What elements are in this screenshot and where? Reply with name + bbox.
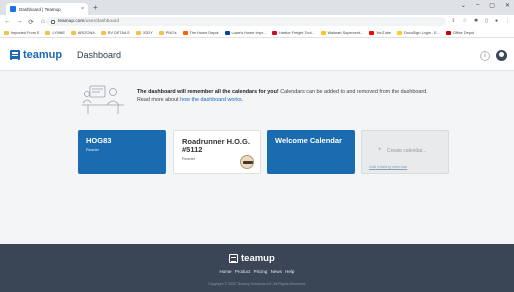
copyright: Copyright © 2022 Teamup Solutions AG. Al…	[208, 282, 306, 286]
footer-link-news[interactable]: News	[271, 269, 282, 274]
calendar-card-roadrunner[interactable]: Roadrunner H.O.G. #5112 Reader	[173, 130, 261, 174]
notice-line2-suffix: .	[241, 97, 244, 103]
folder-icon	[135, 30, 141, 35]
lock-icon[interactable]	[51, 19, 55, 24]
window-controls: ⌄ – ▢ ✕	[461, 2, 510, 9]
lowes-icon	[224, 30, 230, 35]
docusign-icon	[397, 30, 403, 35]
close-window-button[interactable]: ✕	[505, 2, 510, 9]
url-path: /user/dashboard	[84, 19, 120, 24]
address-bar[interactable]: teamup.com/user/dashboard	[46, 17, 446, 26]
footer-logo[interactable]: teamup	[229, 253, 275, 264]
account-avatar-icon[interactable]	[496, 50, 507, 61]
bookmark-item[interactable]: Harbor Freight Tool...	[272, 30, 315, 35]
calendar-role: Reader	[182, 156, 196, 161]
folder-icon	[4, 30, 9, 35]
reload-icon[interactable]: ⟳	[28, 18, 34, 26]
bookmark-item[interactable]: Imported From E	[4, 30, 39, 35]
info-icon[interactable]: i	[480, 51, 490, 61]
menu-icon[interactable]: ⋮	[505, 18, 510, 24]
tab-search-icon[interactable]: ⌄	[461, 2, 466, 9]
tab-title: Dashboard | Teamup	[19, 6, 61, 12]
bookmark-item[interactable]: Walmart Supercent...	[320, 30, 363, 35]
maximize-button[interactable]: ▢	[489, 2, 495, 9]
bookmark-item[interactable]: DocuSign Login - E...	[397, 30, 440, 35]
roadrunner-badge-icon	[240, 155, 254, 169]
browser-tab[interactable]: Dashboard | Teamup ×	[6, 3, 88, 15]
dashboard-illustration-icon	[82, 85, 124, 114]
dashboard-notice: The dashboard will remember all the cale…	[137, 88, 457, 104]
url-text: teamup.com/user/dashboard	[58, 19, 119, 24]
bookmark-item[interactable]: JODY	[135, 30, 153, 35]
bookmark-item[interactable]: ARIZONA	[70, 30, 95, 35]
bookmark-item[interactable]: PNG's	[158, 30, 177, 35]
back-icon[interactable]: ←	[4, 18, 11, 25]
office-depot-icon	[445, 30, 451, 35]
folder-icon	[100, 30, 106, 35]
browser-toolbar: ⇪ ☆ ✱ ▯ ● ⋮	[451, 18, 510, 24]
new-tab-button[interactable]: +	[93, 3, 98, 12]
plus-icon: +	[378, 147, 382, 153]
bookmark-item[interactable]: Office Depot	[445, 30, 474, 35]
bookmarks-bar: Imported From E LYNNE ARIZONA RV DETAILS…	[0, 28, 514, 38]
profile-icon[interactable]: ●	[495, 18, 498, 24]
footer-link-pricing[interactable]: Pricing	[254, 269, 268, 274]
minimize-button[interactable]: –	[476, 2, 479, 9]
harbor-freight-icon	[272, 30, 277, 35]
teamup-logo[interactable]: teamup	[10, 49, 62, 61]
notice-text: Calendars can be added to and removed fr…	[278, 89, 428, 95]
bookmark-item[interactable]: RV DETAILS	[100, 30, 130, 35]
footer-brand-name: teamup	[241, 253, 275, 264]
url-host: teamup.com	[58, 19, 85, 24]
forward-icon[interactable]: →	[16, 18, 23, 25]
home-depot-icon	[182, 30, 188, 35]
folder-icon	[70, 30, 76, 35]
bookmark-item[interactable]: YouTube	[369, 30, 391, 35]
footer-link-product[interactable]: Product	[235, 269, 251, 274]
notice-line2-prefix: Read more about	[137, 97, 181, 103]
dashboard-help-link[interactable]: how the dashboard works	[180, 97, 241, 103]
sidebar-icon[interactable]: ▯	[485, 18, 488, 24]
calendar-grid-icon	[10, 50, 20, 60]
bookmark-item[interactable]: Lowe's Home Impr...	[224, 30, 266, 35]
create-calendar-label[interactable]: Create calendar...	[387, 148, 426, 154]
calendar-grid-icon	[229, 254, 238, 263]
share-icon[interactable]: ⇪	[451, 18, 455, 24]
create-calendar-card[interactable]: + Create calendar... Add existing calend…	[361, 130, 449, 174]
tab-close-icon[interactable]: ×	[81, 6, 84, 12]
page-title: Dashboard	[77, 50, 122, 60]
bookmark-item[interactable]: LYNNE	[45, 30, 65, 35]
bookmark-item[interactable]: The Home Depot	[182, 30, 219, 35]
star-icon[interactable]: ☆	[463, 18, 467, 24]
extension-icon[interactable]: ✱	[474, 18, 478, 24]
brand-name: teamup	[23, 49, 63, 61]
calendar-name: Roadrunner H.O.G. #5112	[182, 137, 250, 154]
folder-icon	[158, 30, 164, 35]
footer-link-help[interactable]: Help	[285, 269, 294, 274]
calendar-name: HOG83	[86, 136, 112, 145]
folder-icon	[45, 30, 51, 35]
notice-bold: The dashboard will remember all the cale…	[137, 89, 279, 95]
youtube-icon	[369, 30, 375, 35]
browser-nav-bar: ← → ⟳ ⌂ teamup.com/user/dashboard ⇪ ☆ ✱ …	[0, 15, 514, 28]
app-header: teamup Dashboard i	[0, 38, 514, 71]
site-footer: teamup Home Product Pricing News Help Co…	[0, 244, 514, 292]
footer-link-home[interactable]: Home	[220, 269, 232, 274]
calendar-name: Welcome Calendar	[275, 136, 342, 145]
calendar-role: Reader	[86, 147, 100, 152]
walmart-icon	[320, 30, 326, 35]
teamup-favicon-icon	[10, 6, 16, 12]
dashboard-main: The dashboard will remember all the cale…	[0, 71, 514, 244]
footer-links: Home Product Pricing News Help	[0, 269, 514, 274]
calendar-card-hog83[interactable]: HOG83 Reader	[78, 130, 166, 174]
calendar-card-welcome[interactable]: Welcome Calendar	[267, 130, 355, 174]
browser-tab-bar: Dashboard | Teamup × + ⌄ – ▢ ✕	[0, 0, 514, 15]
add-existing-calendar-link[interactable]: Add existing calendar	[369, 164, 407, 169]
